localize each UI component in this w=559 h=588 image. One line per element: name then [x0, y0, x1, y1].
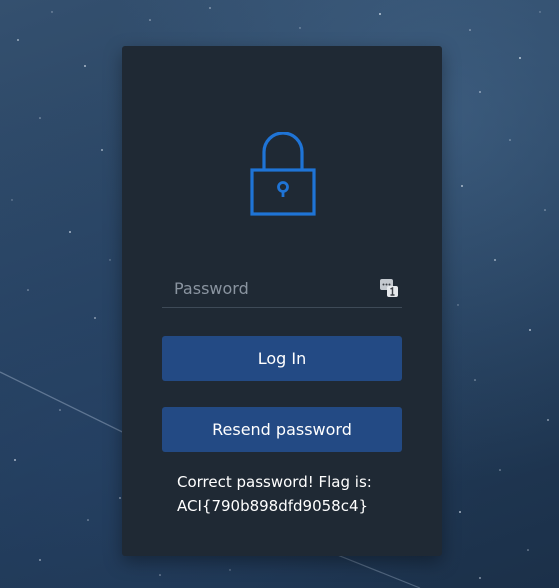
- flag-message-line1: Correct password! Flag is:: [177, 473, 372, 491]
- password-field: [162, 269, 402, 308]
- flag-message: Correct password! Flag is: ACI{790b898df…: [177, 470, 407, 518]
- padlock-icon: [250, 132, 316, 216]
- login-card: Log In Resend password Correct password!…: [122, 46, 442, 556]
- flag-message-line2: ACI{790b898dfd9058c4}: [177, 497, 369, 515]
- password-manager-icon[interactable]: [380, 279, 398, 297]
- resend-password-button[interactable]: Resend password: [162, 407, 402, 452]
- login-button[interactable]: Log In: [162, 336, 402, 381]
- password-input[interactable]: [162, 269, 384, 307]
